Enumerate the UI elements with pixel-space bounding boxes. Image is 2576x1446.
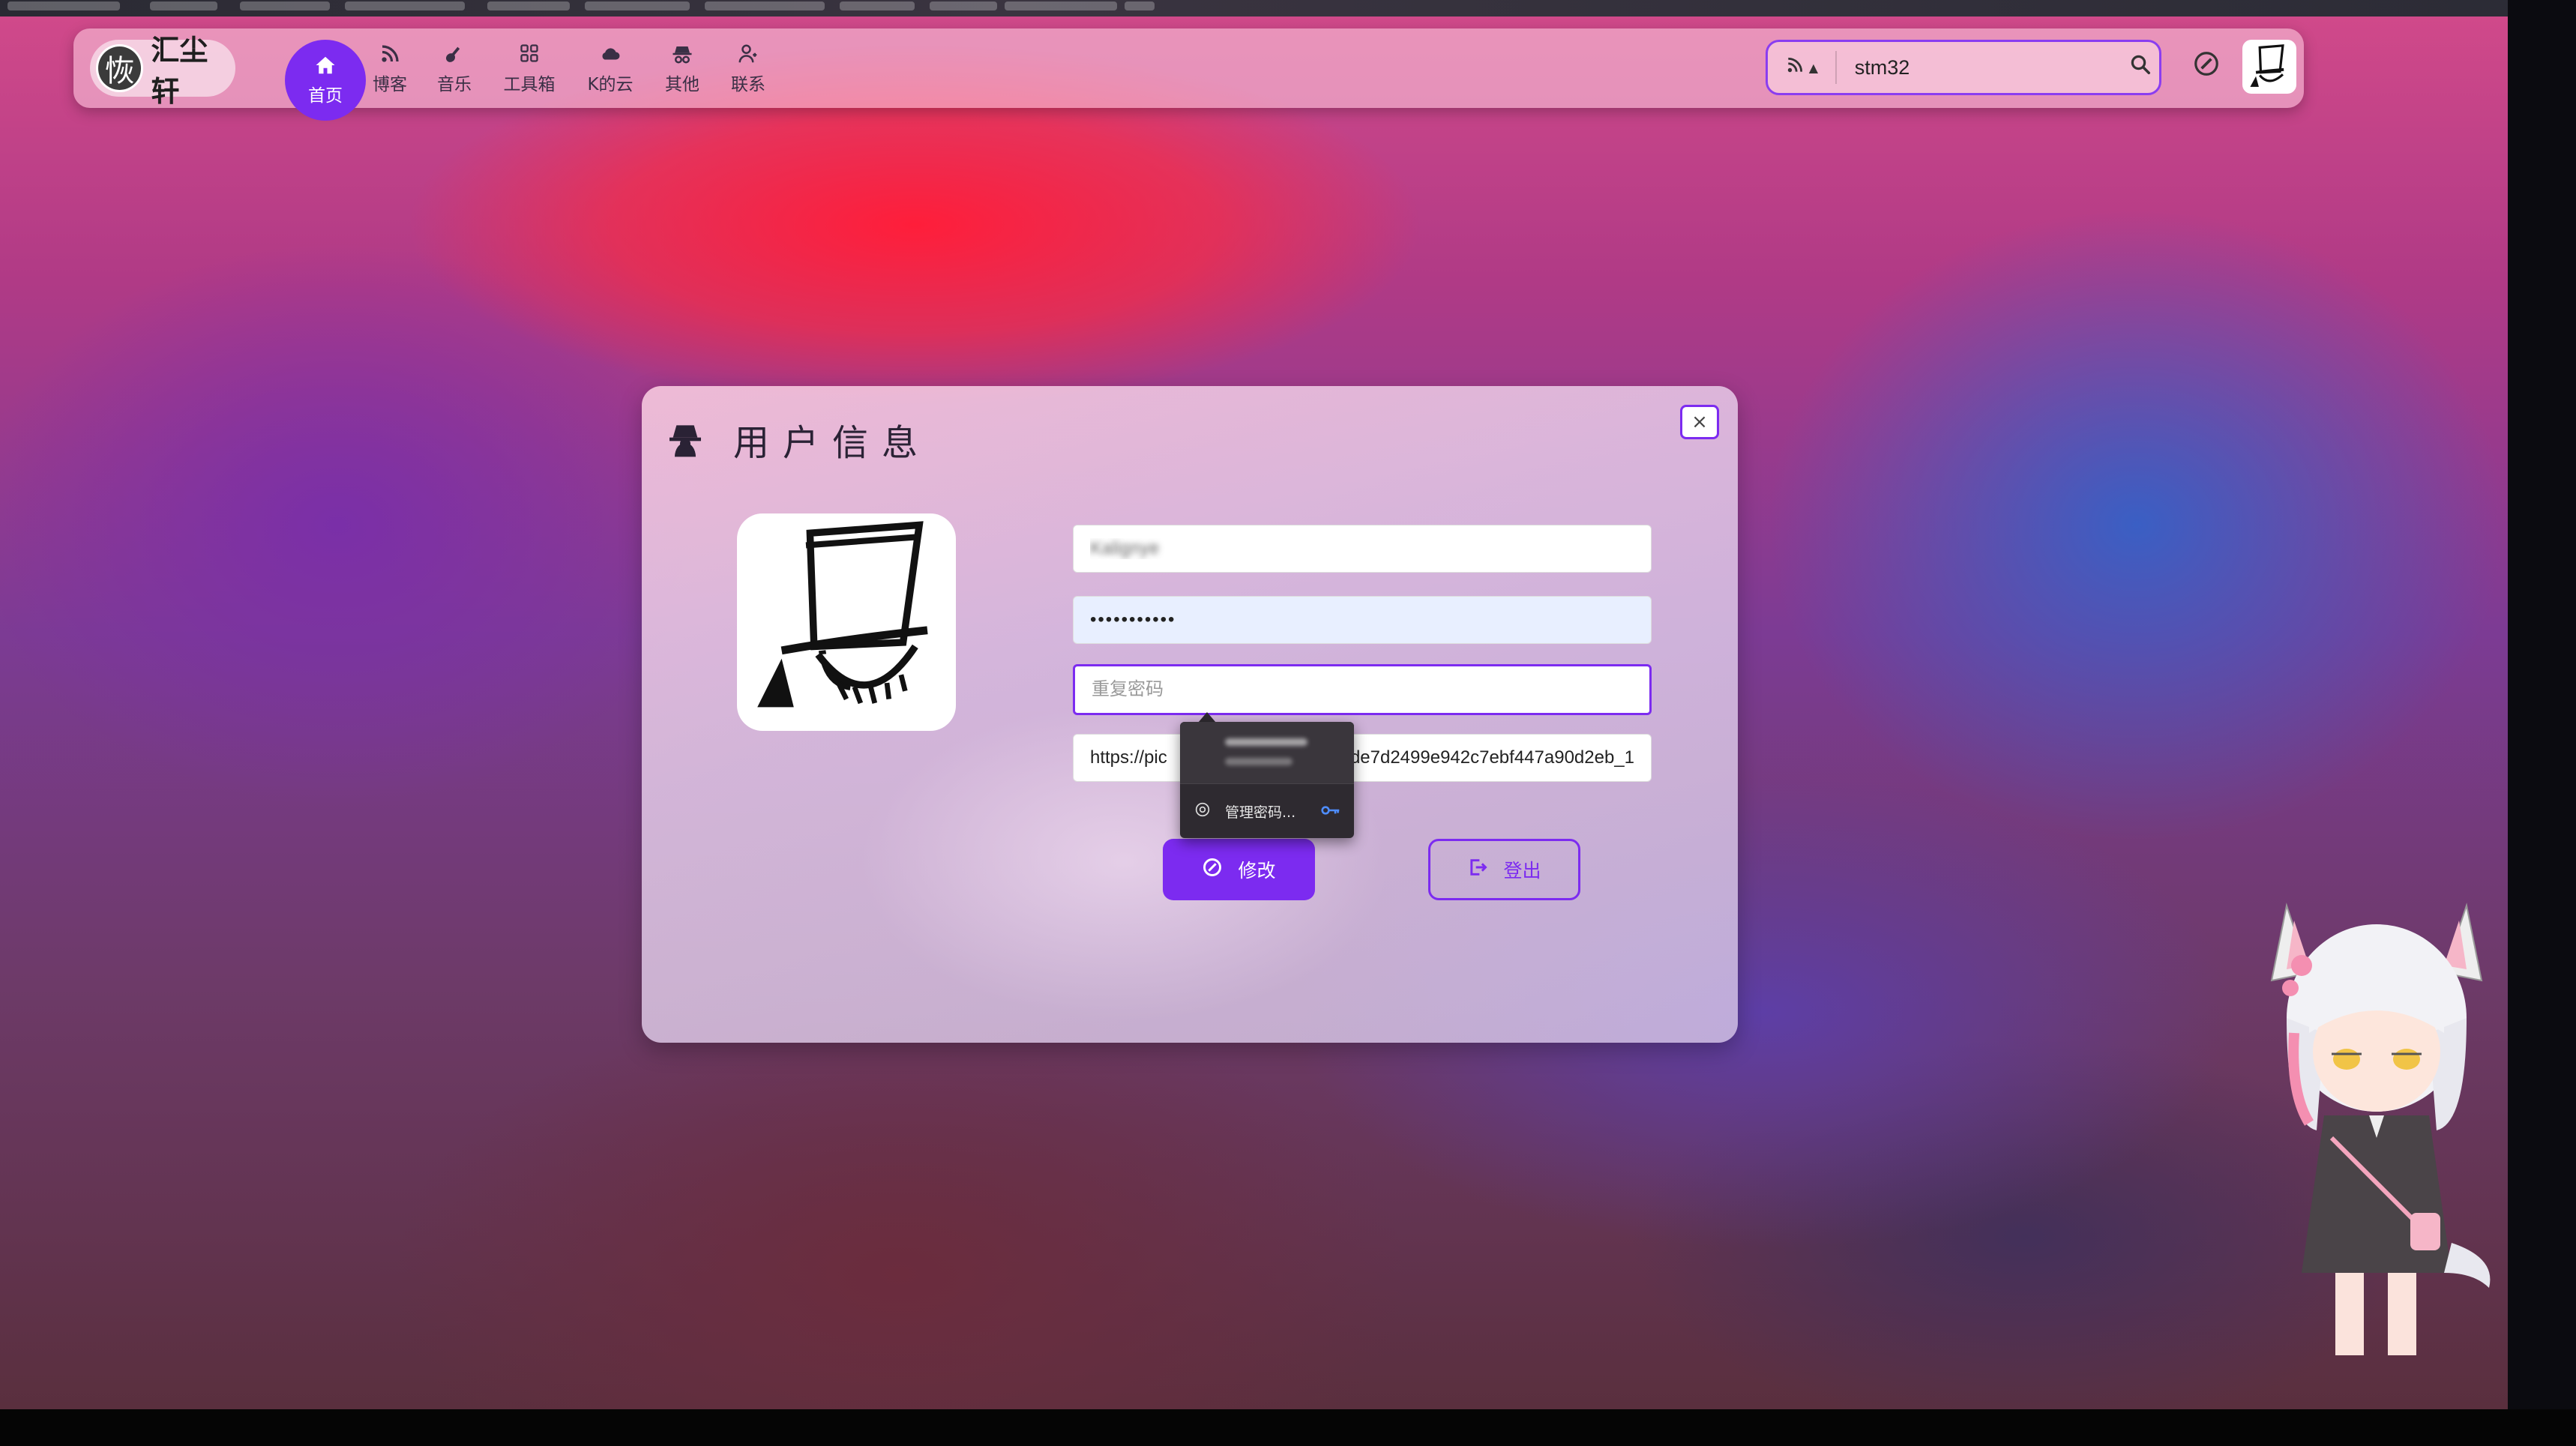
page-edge (2508, 0, 2576, 1446)
profile-avatar[interactable] (737, 513, 956, 731)
search-input[interactable] (1853, 55, 2122, 80)
nav-item-label: 博客 (373, 75, 407, 94)
user-info-dialog: 用户信息 × https://pic 1de7d2499e942c7ebf447… (642, 386, 1738, 1043)
password-field[interactable] (1073, 596, 1652, 644)
nav-item-label: 音乐 (437, 75, 472, 94)
avatar-url-end: 1de7d2499e942c7ebf447a90d2eb_1 (1340, 747, 1634, 768)
kid-hat-icon (2250, 44, 2284, 87)
search-bar: ▲ (1766, 40, 2161, 95)
nav-item-cloud[interactable]: K的云 (573, 37, 648, 100)
catgirl-character-icon (2270, 903, 2491, 1355)
dialog-title: 用户信息 (664, 413, 931, 466)
nav-item-label: 其他 (665, 75, 699, 94)
grid-icon (519, 43, 540, 70)
chrome-icon (1195, 802, 1210, 821)
logo-text: 汇尘轩 (151, 34, 208, 108)
spy-icon (669, 425, 701, 457)
spy-icon (671, 43, 693, 70)
password-suggestion-popup: 管理密码... (1180, 722, 1354, 838)
username-field[interactable] (1073, 525, 1652, 573)
taskbar-edge (0, 1409, 2576, 1446)
anime-mascot[interactable] (2257, 883, 2497, 1378)
manage-passwords-item[interactable]: 管理密码... (1180, 784, 1354, 838)
close-button[interactable]: × (1680, 405, 1719, 439)
manage-passwords-label: 管理密码... (1225, 804, 1296, 821)
nav-item-toolbox[interactable]: 工具箱 (492, 37, 567, 100)
site-logo[interactable]: 恢 汇尘轩 (90, 34, 235, 108)
top-navbar: 恢 汇尘轩 首页 博客 音乐 工具箱 K的云 其他 联系 ▲ stm32 (73, 28, 2304, 121)
popup-arrow (1198, 712, 1216, 723)
home-icon (314, 54, 337, 81)
nav-item-contact[interactable]: 联系 (711, 37, 786, 100)
key-icon (1321, 802, 1340, 820)
logout-label: 登出 (1503, 861, 1541, 882)
guitar-icon (443, 43, 466, 70)
nav-item-label: 联系 (731, 75, 765, 94)
avatar-url-field[interactable]: https://pic 1de7d2499e942c7ebf447a90d2eb… (1073, 734, 1652, 782)
avatar-url-start: https://pic (1090, 747, 1167, 768)
edit-compass-icon (1202, 857, 1223, 883)
nav-item-label: 首页 (308, 86, 343, 106)
nav-item-other[interactable]: 其他 (645, 37, 720, 100)
kid-hat-icon (757, 521, 928, 708)
nav-item-label: 工具箱 (503, 75, 556, 94)
nav-item-blog[interactable]: 博客 (352, 37, 427, 100)
cloud-icon (599, 43, 622, 70)
save-edit-button[interactable]: 修改 (1163, 839, 1315, 900)
nav-item-music[interactable]: 音乐 (417, 37, 492, 100)
nav-item-label: K的云 (587, 75, 634, 94)
search-engine-selector[interactable]: ▲ (1768, 51, 1837, 84)
logout-button[interactable]: 登出 (1428, 839, 1580, 900)
search-icon[interactable] (2122, 53, 2159, 82)
browser-bookmarks-bar (0, 0, 2508, 16)
contact-icon (737, 43, 759, 70)
logout-icon (1467, 857, 1488, 883)
caret-up-icon: ▲ (1808, 60, 1819, 75)
save-edit-label: 修改 (1238, 861, 1276, 882)
user-avatar[interactable] (2242, 40, 2296, 94)
feed-icon (379, 43, 401, 70)
dialog-title-text: 用户信息 (733, 422, 932, 464)
edit-compass-icon (2192, 52, 2221, 85)
feed-icon (1785, 55, 1805, 80)
logo-badge: 恢 (96, 44, 144, 92)
repeat-password-field[interactable] (1073, 664, 1652, 715)
write-post-button[interactable] (2188, 49, 2225, 87)
saved-credential-item[interactable] (1180, 722, 1354, 783)
